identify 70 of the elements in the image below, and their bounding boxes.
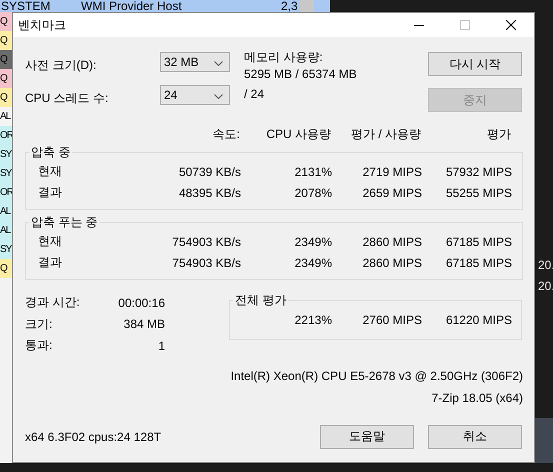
cancel-button[interactable]: 취소 (428, 424, 522, 448)
stat-value: 00:00:16 (118, 296, 165, 310)
list-item[interactable]: Q (0, 50, 12, 69)
list-item[interactable]: Q (0, 31, 12, 50)
list-cell-text: SYSTEM (0, 0, 52, 12)
list-cell-text: WMI Provider Host (81, 0, 183, 12)
stat-value: 384 MB (124, 317, 165, 332)
result-value: 57932 MIPS (444, 164, 512, 178)
window-title: 벤치마크 (17, 16, 66, 34)
result-value: 2760 MIPS (362, 313, 422, 327)
result-value: 61220 MIPS (444, 313, 512, 327)
version-text: 7-Zip 18.05 (x64) (430, 390, 523, 406)
result-value: 2078% (294, 186, 332, 200)
result-value: 2659 MIPS (362, 186, 422, 200)
row-label: 결과 (37, 254, 63, 271)
dropdown-field[interactable]: 32 MB (160, 52, 230, 72)
group-title: 전체 평가 (234, 292, 288, 309)
list-item[interactable]: AL (0, 221, 12, 240)
caret-icon (214, 94, 223, 99)
column-header: 평가 (486, 126, 511, 142)
result-value: 754903 KB/s (171, 234, 241, 248)
stat-label: 크기: (25, 316, 52, 333)
result-value: 2213% (294, 313, 332, 327)
result-value: 2131% (294, 164, 332, 178)
result-value: 2719 MIPS (362, 164, 422, 178)
result-value: 2860 MIPS (362, 234, 422, 248)
list-item[interactable]: Q (0, 69, 12, 88)
result-value: 2349% (294, 256, 332, 270)
result-value: 2349% (294, 234, 332, 248)
list-item[interactable]: Q (0, 12, 12, 31)
group-title: 압축 중 (30, 144, 72, 161)
stat-label: 경과 시간: (25, 294, 80, 312)
list-cell: 2,3 (281, 0, 298, 12)
column-header: CPU 사용량 (265, 126, 331, 142)
stat-value: 1 (158, 338, 165, 353)
row-label: 현재 (37, 233, 63, 250)
result-value: 67185 MIPS (444, 256, 512, 270)
result-value: 48395 KB/s (178, 186, 241, 200)
row-label: 결과 (37, 184, 63, 201)
list-item[interactable]: SY (0, 164, 12, 183)
info-text: 5295 MB / 65374 MB (244, 66, 358, 83)
system-info: x64 6.3F02 cpus:24 128T (25, 430, 162, 444)
result-value: 55255 MIPS (444, 186, 512, 200)
cpu-info: Intel(R) Xeon(R) CPU E5-2678 v3 @ 2.50GHz (306F2) (230, 368, 523, 384)
restart-button[interactable]: 다시 시작 (428, 52, 522, 76)
stat-label: 통과: (25, 337, 52, 354)
column-header: 속도: (212, 126, 240, 142)
column-header: 평가 / 사용량 (350, 126, 421, 142)
desktop-panel (535, 418, 553, 463)
result-value: 67185 MIPS (444, 234, 512, 248)
result-value: 754903 KB/s (171, 256, 241, 270)
close-icon[interactable] (506, 20, 516, 30)
list-item[interactable]: SY (0, 240, 12, 259)
row-label: 현재 (37, 163, 63, 180)
field-label: 사전 크기(D): (25, 57, 98, 74)
result-value: 2860 MIPS (362, 256, 422, 270)
scrollbar-thumb[interactable] (300, 0, 314, 12)
list-item[interactable]: SY (0, 145, 12, 164)
info-text: 메모리 사용량: (244, 49, 324, 66)
result-value: 50739 KB/s (178, 164, 241, 178)
info-text: / 24 (244, 86, 266, 103)
list-item[interactable]: AL (0, 202, 12, 221)
list-row[interactable]: SYSTEM WMI Provider Host 2,3 (0, 0, 330, 12)
field-label: CPU 스레드 수: (25, 90, 110, 107)
dropdown-field[interactable]: 24 (160, 85, 230, 105)
group-title: 압축 푸는 중 (30, 214, 99, 231)
list-item[interactable]: Q (0, 259, 12, 278)
list-item[interactable]: Q (0, 88, 12, 107)
help-button[interactable]: 도움말 (320, 424, 414, 448)
caret-icon (214, 61, 223, 66)
